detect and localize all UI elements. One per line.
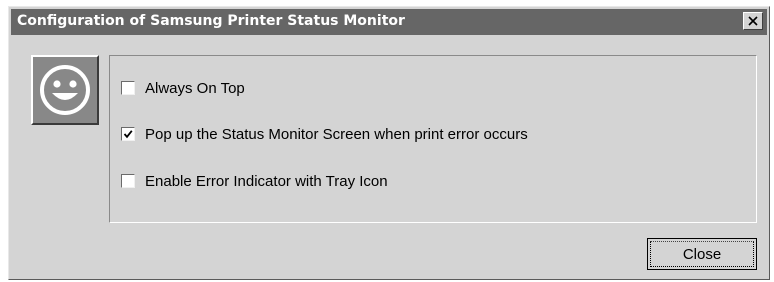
smiley-face-icon xyxy=(40,65,90,115)
window-title: Configuration of Samsung Printer Status … xyxy=(17,13,405,29)
options-panel: Always On Top Pop up the Status Monitor … xyxy=(109,55,757,223)
checkmark-icon xyxy=(123,130,133,139)
close-icon xyxy=(748,16,758,26)
window-close-button[interactable] xyxy=(743,12,763,30)
popup-on-error-label: Pop up the Status Monitor Screen when pr… xyxy=(145,125,528,143)
tray-indicator-checkbox[interactable] xyxy=(121,174,135,188)
option-popup-on-error[interactable]: Pop up the Status Monitor Screen when pr… xyxy=(121,124,528,144)
tray-indicator-label: Enable Error Indicator with Tray Icon xyxy=(145,172,388,190)
close-button[interactable]: Close xyxy=(647,238,757,270)
close-button-label: Close xyxy=(650,241,754,267)
option-always-on-top[interactable]: Always On Top xyxy=(121,78,245,98)
status-icon-box xyxy=(31,55,99,125)
title-bar[interactable]: Configuration of Samsung Printer Status … xyxy=(11,9,767,35)
always-on-top-checkbox[interactable] xyxy=(121,81,135,95)
config-dialog: Configuration of Samsung Printer Status … xyxy=(8,6,770,280)
popup-on-error-checkbox[interactable] xyxy=(121,127,135,141)
always-on-top-label: Always On Top xyxy=(145,79,245,97)
option-tray-indicator[interactable]: Enable Error Indicator with Tray Icon xyxy=(121,171,388,191)
